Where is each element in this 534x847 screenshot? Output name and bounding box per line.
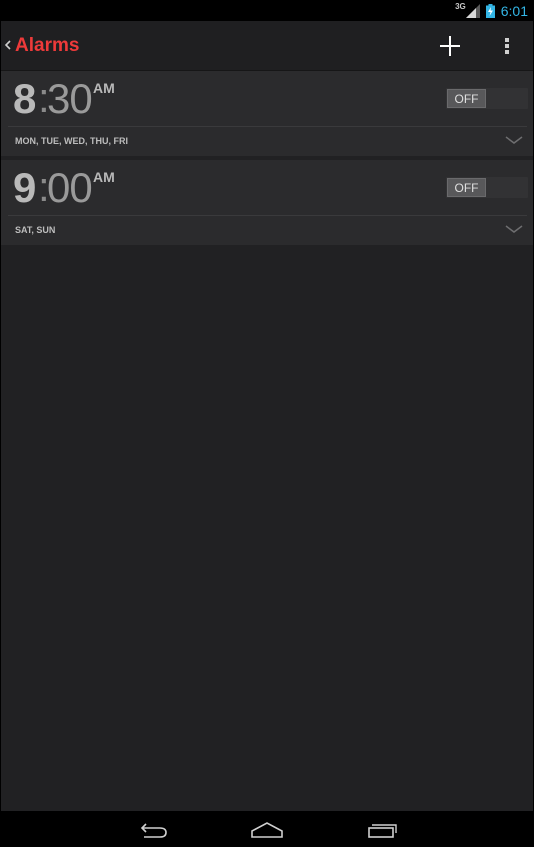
alarm-item[interactable]: 8 : 30 AM OFF MON, TUE, WED, THU, FRI	[1, 71, 533, 156]
navigation-bar	[0, 811, 534, 847]
back-button[interactable]	[134, 818, 174, 842]
alarm-days: MON, TUE, WED, THU, FRI	[15, 136, 128, 146]
status-clock: 6:01	[500, 2, 528, 19]
chevron-down-icon[interactable]	[505, 224, 523, 234]
screen: 3G 6:01 Alarms 8: 30 AM OFF MON, TUE, W…	[0, 0, 534, 847]
alarm-toggle[interactable]: OFF	[446, 177, 528, 198]
battery-charging-icon	[485, 3, 495, 18]
page-title[interactable]: Alarms	[15, 35, 79, 57]
overflow-menu-button[interactable]	[495, 33, 519, 59]
alarm-days: SAT, SUN	[15, 225, 56, 235]
home-icon	[251, 822, 283, 838]
signal-icon	[465, 3, 480, 18]
divider	[8, 215, 527, 216]
alarm-minutes: 00	[47, 164, 93, 211]
alarm-ampm: AM	[93, 80, 115, 96]
alarm-minutes: 30	[47, 75, 93, 122]
alarm-hour: 8	[13, 75, 37, 122]
back-icon	[140, 823, 167, 838]
recent-apps-button[interactable]	[362, 818, 402, 842]
network-type: 3G	[455, 2, 466, 11]
plus-icon	[440, 36, 460, 56]
alarm-hour: 9	[13, 164, 37, 211]
chevron-down-icon[interactable]	[505, 135, 523, 145]
overflow-menu-icon	[505, 38, 509, 54]
toggle-thumb: OFF	[447, 89, 486, 108]
alarm-list: 8 : 30 AM OFF MON, TUE, WED, THU, FRI 9	[1, 71, 533, 249]
status-bar: 3G 6:01	[0, 0, 534, 21]
add-alarm-button[interactable]	[435, 33, 465, 59]
alarm-item[interactable]: 9 : 00 AM OFF SAT, SUN	[1, 160, 533, 245]
alarms-app: Alarms 8 : 30 AM OFF MON, TUE, WED, THU,…	[1, 21, 533, 811]
alarm-ampm: AM	[93, 169, 115, 185]
home-button[interactable]	[247, 818, 287, 842]
toggle-thumb: OFF	[447, 178, 486, 197]
divider	[8, 126, 527, 127]
alarm-toggle[interactable]: OFF	[446, 88, 528, 109]
up-chevron-icon[interactable]	[4, 38, 12, 52]
recent-apps-icon	[368, 824, 397, 838]
action-bar: Alarms	[1, 21, 533, 71]
